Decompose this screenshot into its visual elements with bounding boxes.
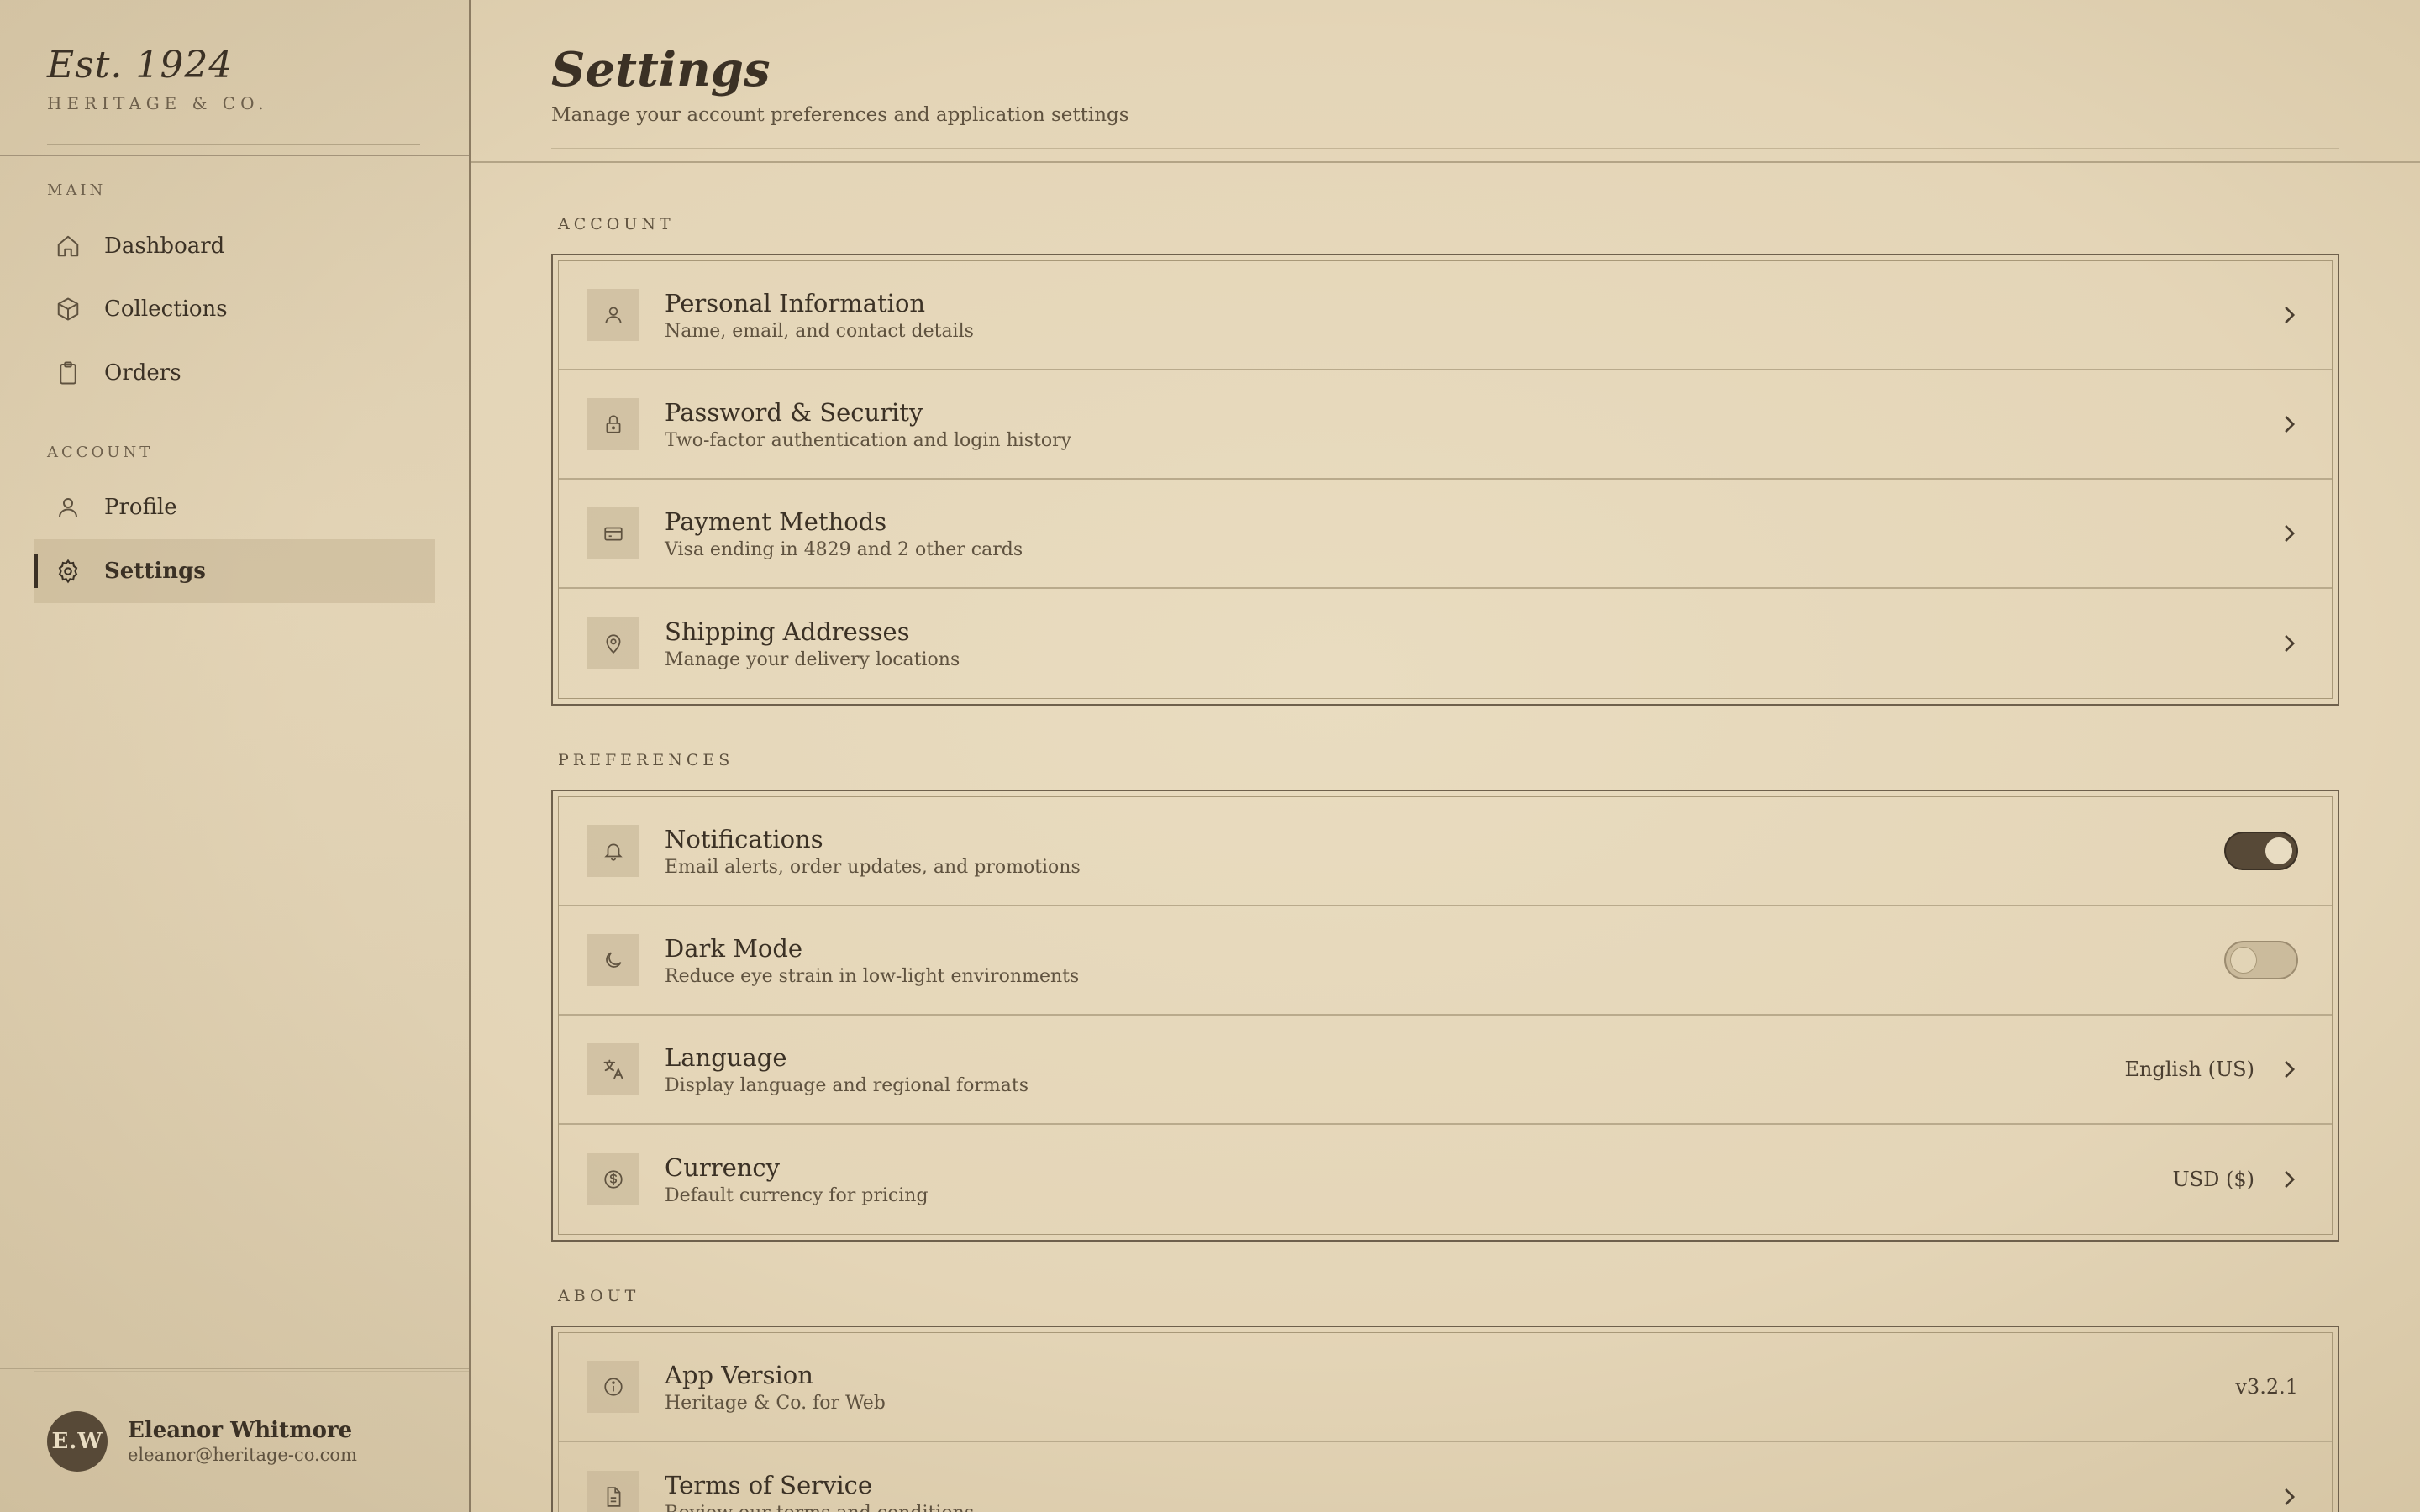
row-title: Currency — [665, 1152, 781, 1182]
row-description: Name, email, and contact details — [665, 320, 974, 342]
divider — [551, 148, 2339, 149]
user-profile[interactable]: E.W Eleanor Whitmore eleanor@heritage-co… — [47, 1411, 357, 1472]
sidebar-item-label: Profile — [104, 495, 177, 520]
preferences-card: Notifications Email alerts, order update… — [551, 790, 2339, 1242]
sidebar-item-label: Settings — [104, 559, 206, 584]
row-description: Display language and regional formats — [665, 1074, 1028, 1096]
page-title: Settings — [551, 42, 771, 97]
row-description: Manage your delivery locations — [665, 648, 960, 670]
toggle-knob — [2265, 837, 2292, 864]
row-description: Two-factor authentication and login hist… — [665, 429, 1072, 451]
user-icon — [55, 495, 81, 520]
dark-mode-row: Dark Mode Reduce eye strain in low-light… — [559, 906, 2332, 1016]
row-description: Heritage & Co. for Web — [665, 1392, 886, 1414]
sidebar-item-dashboard[interactable]: Dashboard — [34, 214, 435, 278]
divider — [0, 155, 469, 156]
sidebar-item-label: Dashboard — [104, 234, 225, 259]
row-description: Visa ending in 4829 and 2 other cards — [665, 538, 1023, 560]
avatar: E.W — [47, 1411, 108, 1472]
sidebar-item-profile[interactable]: Profile — [34, 475, 435, 539]
row-title: Dark Mode — [665, 933, 803, 963]
brand-subtitle: HERITAGE & CO. — [47, 93, 269, 113]
account-card: Personal Information Name, email, and co… — [551, 254, 2339, 706]
home-icon — [55, 234, 81, 259]
bell-icon — [587, 825, 639, 877]
chevron-right-icon — [2280, 522, 2298, 545]
sidebar-item-orders[interactable]: Orders — [34, 341, 435, 405]
sidebar-item-label: Orders — [104, 360, 182, 386]
currency-value: USD ($) — [2172, 1168, 2254, 1191]
row-title: Payment Methods — [665, 507, 887, 536]
language-value: English (US) — [2124, 1058, 2255, 1081]
section-label-account: ACCOUNT — [558, 215, 675, 234]
terms-of-service-row[interactable]: Terms of Service Review our terms and co… — [559, 1442, 2332, 1512]
row-title: Terms of Service — [665, 1470, 873, 1499]
notifications-row: Notifications Email alerts, order update… — [559, 797, 2332, 906]
chevron-right-icon — [2280, 412, 2298, 436]
chevron-right-icon — [2280, 1168, 2298, 1191]
currency-row[interactable]: Currency Default currency for pricing US… — [559, 1125, 2332, 1234]
main-content: Settings Manage your account preferences… — [471, 0, 2420, 1512]
personal-information-row[interactable]: Personal Information Name, email, and co… — [559, 261, 2332, 370]
chevron-right-icon — [2280, 632, 2298, 655]
row-description: Review our terms and conditions — [665, 1503, 2280, 1512]
divider — [0, 1368, 469, 1369]
row-title: Password & Security — [665, 397, 923, 427]
page-subtitle: Manage your account preferences and appl… — [551, 104, 1129, 126]
sidebar-item-label: Collections — [104, 297, 228, 322]
row-description: Default currency for pricing — [665, 1184, 929, 1206]
translate-icon — [587, 1043, 639, 1095]
chevron-right-icon — [2280, 1485, 2298, 1509]
moon-icon — [587, 934, 639, 986]
section-label-preferences: PREFERENCES — [558, 751, 734, 769]
map-pin-icon — [587, 617, 639, 669]
dollar-icon — [587, 1153, 639, 1205]
row-description: Reduce eye strain in low-light environme… — [665, 965, 1080, 987]
app-root: Est. 1924 HERITAGE & CO. MAIN Dashboard … — [0, 0, 2420, 1512]
clipboard-icon — [55, 360, 81, 386]
document-icon — [587, 1471, 639, 1512]
app-version-value: v3.2.1 — [2235, 1375, 2298, 1399]
lock-icon — [587, 398, 639, 450]
row-title: App Version — [665, 1360, 813, 1389]
brand: Est. 1924 HERITAGE & CO. — [47, 44, 269, 113]
sidebar: Est. 1924 HERITAGE & CO. MAIN Dashboard … — [0, 0, 471, 1512]
gear-icon — [55, 559, 81, 584]
app-version-row: App Version Heritage & Co. for Web v3.2.… — [559, 1333, 2332, 1442]
chevron-right-icon — [2280, 303, 2298, 327]
language-row[interactable]: Language Display language and regional f… — [559, 1016, 2332, 1125]
nav-section-main: MAIN — [47, 181, 107, 199]
chevron-right-icon — [2280, 1058, 2298, 1081]
row-title: Notifications — [665, 824, 823, 853]
password-security-row[interactable]: Password & Security Two-factor authentic… — [559, 370, 2332, 480]
user-name: Eleanor Whitmore — [128, 1418, 353, 1443]
shipping-addresses-row[interactable]: Shipping Addresses Manage your delivery … — [559, 589, 2332, 698]
nav-section-account: ACCOUNT — [47, 444, 154, 461]
sidebar-item-settings[interactable]: Settings — [34, 539, 435, 603]
user-email: eleanor@heritage-co.com — [128, 1445, 357, 1465]
divider — [47, 144, 420, 145]
row-title: Shipping Addresses — [665, 617, 910, 646]
box-icon — [55, 297, 81, 322]
info-icon — [587, 1361, 639, 1413]
divider — [471, 161, 2420, 163]
sidebar-item-collections[interactable]: Collections — [34, 277, 435, 341]
notifications-toggle[interactable] — [2224, 832, 2298, 870]
payment-methods-row[interactable]: Payment Methods Visa ending in 4829 and … — [559, 480, 2332, 589]
divider — [34, 1371, 469, 1372]
user-icon — [587, 289, 639, 341]
about-card: App Version Heritage & Co. for Web v3.2.… — [551, 1326, 2339, 1512]
credit-card-icon — [587, 507, 639, 559]
row-description: Email alerts, order updates, and promoti… — [665, 856, 1081, 878]
section-label-about: ABOUT — [558, 1287, 640, 1305]
row-title: Personal Information — [665, 288, 926, 318]
brand-title: Est. 1924 — [47, 44, 234, 87]
toggle-knob — [2230, 947, 2257, 974]
dark-mode-toggle[interactable] — [2224, 941, 2298, 979]
row-title: Language — [665, 1042, 787, 1072]
